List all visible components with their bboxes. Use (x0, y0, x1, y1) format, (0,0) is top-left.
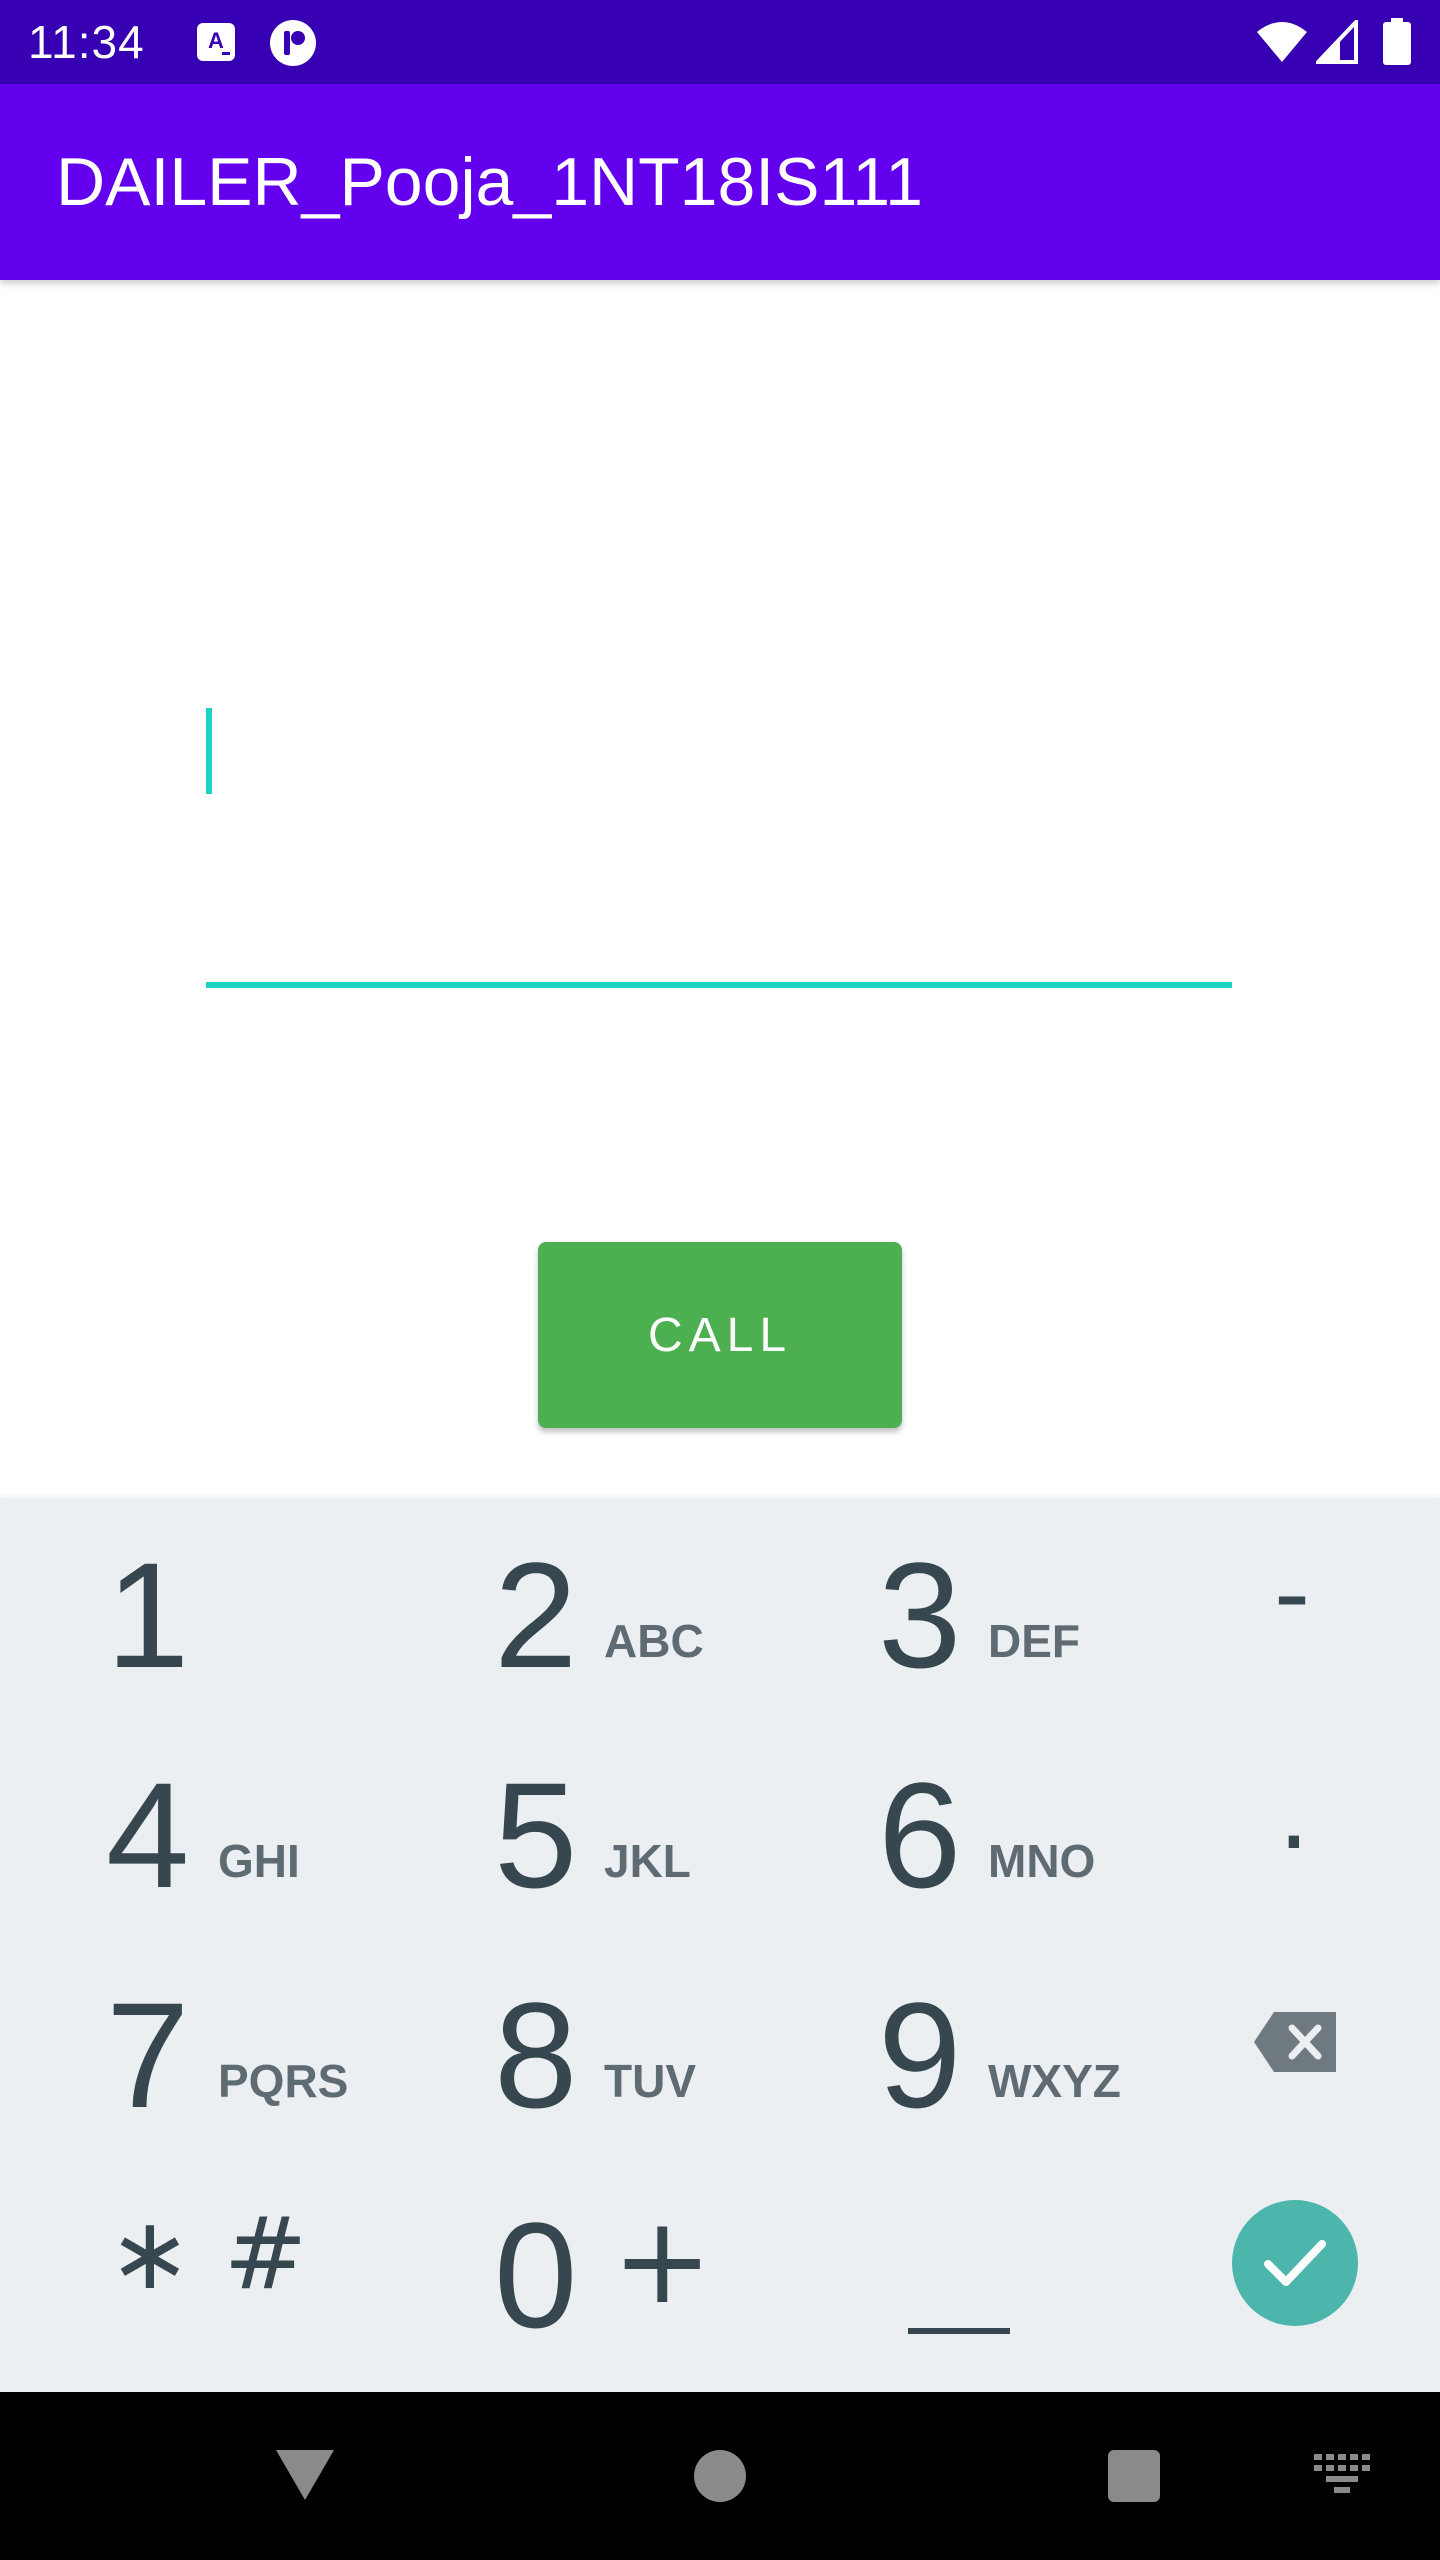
back-icon[interactable] (274, 2448, 336, 2502)
key-6[interactable]: 6 MNO (768, 1718, 1152, 1938)
key-9[interactable]: 9 WXYZ (768, 1938, 1152, 2158)
backspace-icon[interactable] (1252, 2010, 1338, 2074)
svg-text:A: A (208, 28, 224, 53)
space-key[interactable] (908, 2328, 1010, 2334)
key-symbol: - (1274, 1535, 1311, 1652)
key-digit: 7 (106, 1971, 190, 2139)
key-letters: WXYZ (988, 2055, 1121, 2107)
wifi-icon (1257, 22, 1307, 62)
key-letters: PQRS (218, 2055, 349, 2107)
key-letters: GHI (218, 1835, 300, 1887)
keyboard-icon[interactable] (1314, 2454, 1370, 2494)
key-digit: 8 (494, 1971, 578, 2139)
key-letters: TUV (604, 2055, 696, 2107)
phone-number-input[interactable] (206, 680, 1232, 980)
phone-number-field[interactable] (206, 680, 1232, 990)
key-7[interactable]: 7 PQRS (0, 1938, 384, 2158)
key-2[interactable]: 2 ABC (384, 1498, 768, 1718)
battery-icon (1383, 18, 1411, 65)
key-symbol: + (612, 2192, 713, 2331)
key-0-plus[interactable]: 0 + (384, 2158, 768, 2378)
key-digit: 9 (878, 1971, 962, 2139)
key-digit: 3 (878, 1531, 962, 1699)
translate-notification-icon: A (197, 23, 235, 61)
app-notification-icon (270, 20, 316, 66)
key-symbol: ∗ # (108, 2195, 308, 2312)
key-digit: 4 (106, 1751, 190, 1919)
key-star-hash[interactable]: ∗ # (0, 2158, 384, 2378)
key-1[interactable]: 1 (0, 1498, 384, 1718)
done-button[interactable] (1232, 2200, 1358, 2326)
key-3[interactable]: 3 DEF (768, 1498, 1152, 1718)
key-dot[interactable]: . (1152, 1718, 1440, 1938)
key-letters: MNO (988, 1835, 1096, 1887)
key-digit: 0 (494, 2191, 578, 2359)
key-symbol: . (1278, 1755, 1310, 1872)
key-5[interactable]: 5 JKL (384, 1718, 768, 1938)
key-letters: JKL (604, 1835, 691, 1887)
done-check-icon (1264, 2240, 1326, 2286)
key-digit: 6 (878, 1751, 962, 1919)
key-digit: 2 (494, 1531, 578, 1699)
home-icon[interactable] (694, 2450, 746, 2502)
recents-icon[interactable] (1108, 2450, 1160, 2502)
key-8[interactable]: 8 TUV (384, 1938, 768, 2158)
key-4[interactable]: 4 GHI (0, 1718, 384, 1938)
call-button[interactable]: CALL (538, 1242, 902, 1428)
status-time: 11:34 (28, 16, 145, 68)
key-letters: DEF (988, 1615, 1080, 1667)
status-bar: 11:34 A (0, 0, 1440, 84)
key-digit: 1 (106, 1531, 190, 1699)
cellular-signal-icon (1316, 20, 1358, 64)
input-underline (206, 982, 1232, 988)
key-letters: ABC (604, 1615, 704, 1667)
key-dash[interactable]: - (1152, 1498, 1440, 1718)
app-title: DAILER_Pooja_1NT18IS111 (56, 144, 923, 220)
text-caret (206, 708, 212, 794)
key-digit: 5 (494, 1751, 578, 1919)
app-bar: DAILER_Pooja_1NT18IS111 (0, 84, 1440, 280)
